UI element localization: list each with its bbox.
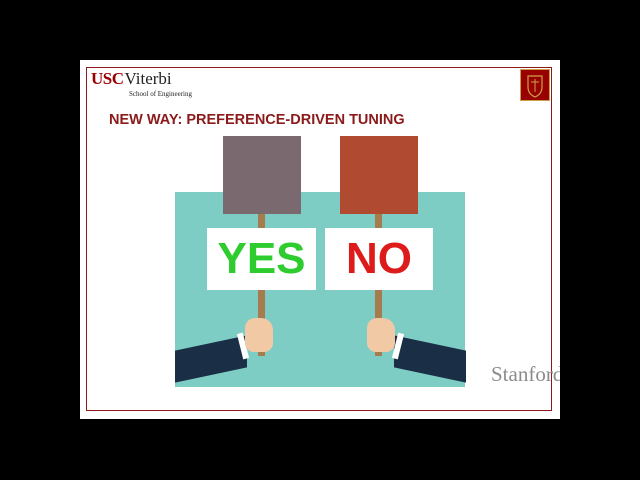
usc-logo-subtitle: School of Engineering: [129, 90, 192, 98]
usc-logo-usc: USC: [91, 69, 124, 88]
yes-sign: YES: [207, 228, 316, 290]
stanford-watermark: Stanford: [491, 362, 560, 386]
right-hand-icon: [367, 318, 395, 352]
red-color-sample: [340, 136, 418, 214]
no-sign: NO: [325, 228, 433, 290]
usc-logo-viterbi: Viterbi: [124, 69, 172, 88]
left-hand-icon: [245, 318, 273, 352]
usc-seal-icon: [520, 69, 550, 101]
slide-title: NEW WAY: PREFERENCE-DRIVEN TUNING: [109, 112, 405, 128]
usc-logo-wordmark: USCViterbi: [91, 70, 172, 88]
grey-color-sample: [223, 136, 301, 214]
slide: USCViterbi School of Engineering NEW WAY…: [80, 60, 560, 419]
